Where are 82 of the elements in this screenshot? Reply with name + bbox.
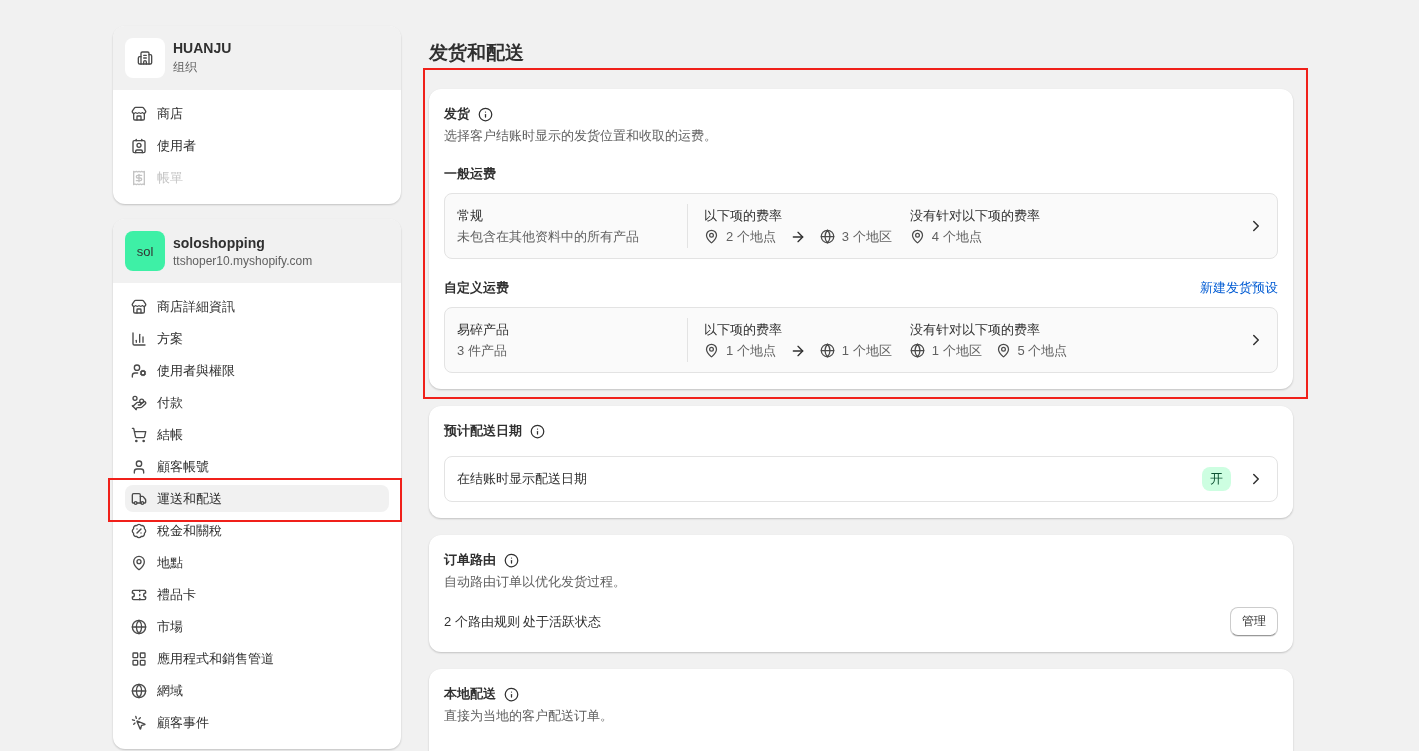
- nav-item[interactable]: 方案: [125, 325, 389, 352]
- card-title: 订单路由: [444, 551, 496, 569]
- grid-icon: [131, 650, 147, 667]
- profile-name: 常规: [457, 206, 484, 225]
- globe-icon: [131, 682, 147, 699]
- nav-item[interactable]: 使用者與權限: [125, 357, 389, 384]
- map-pin-icon: [909, 229, 925, 244]
- hand-coins-icon: [131, 394, 147, 411]
- user-gear-icon: [131, 362, 147, 379]
- status-badge: 开: [1202, 467, 1231, 491]
- profile-name: 易碎产品: [457, 320, 510, 339]
- routing-summary: 2 个路由规则 处于活跃状态: [444, 612, 602, 631]
- row-label: 在结账时显示配送日期: [457, 470, 587, 488]
- card-description: 自动路由订单以优化发货过程。: [444, 573, 627, 591]
- nav-item[interactable]: 市場: [125, 613, 389, 640]
- globe-icon: [819, 229, 835, 244]
- zone-count: 5 个地点: [1017, 341, 1068, 360]
- globe-icon: [909, 343, 925, 358]
- shipping-profile-row[interactable]: 常规 未包含在其他资料中的所有产品 以下项的费率 2 个地点 3 个地区 没有针对以下项的费率 4 个地点: [444, 193, 1278, 259]
- nav-item[interactable]: 商店詳細資訊: [125, 293, 389, 320]
- store-icon: [131, 105, 147, 122]
- building-icon: [137, 50, 153, 66]
- nav-item[interactable]: 付款: [125, 389, 389, 416]
- store-domain: ttshoper10.myshopify.com: [173, 253, 313, 268]
- nav-item[interactable]: 稅金和關稅: [125, 517, 389, 544]
- map-pin-icon: [131, 554, 147, 571]
- store-avatar: sol: [125, 231, 165, 271]
- zone-count: 1 个地区: [841, 341, 892, 360]
- globe-icon: [819, 343, 835, 358]
- store-icon: [131, 298, 147, 315]
- card-title: 发货: [444, 105, 470, 123]
- zone-count: 1 个地区: [931, 341, 982, 360]
- no-rates-label: 没有针对以下项的费率: [909, 206, 1040, 225]
- profile-subtitle: 未包含在其他资料中的所有产品: [457, 227, 640, 246]
- zone-count: 3 个地区: [841, 227, 892, 246]
- map-pin-icon: [995, 343, 1011, 358]
- shipping-profile-row[interactable]: 易碎产品 3 件产品 以下项的费率 1 个地点 1 个地区 没有针对以下项的费率 1 个地区 5 个地点: [444, 307, 1278, 373]
- map-pin-icon: [704, 229, 719, 244]
- cart-icon: [131, 426, 147, 443]
- globe-icon: [131, 618, 147, 635]
- rates-label: 以下项的费率: [704, 206, 783, 225]
- zone-count: 4 个地点: [931, 227, 982, 246]
- section-heading: 自定义运费: [444, 279, 509, 297]
- card-title: 预计配送日期: [444, 422, 522, 440]
- zone-count: 1 个地点: [726, 341, 776, 360]
- nav-item[interactable]: 使用者: [125, 132, 389, 159]
- cursor-click-icon: [131, 714, 147, 731]
- chart-icon: [131, 330, 147, 347]
- organization-name: HUANJU: [173, 40, 232, 56]
- new-shipping-profile-link[interactable]: 新建发货预设: [1200, 279, 1278, 297]
- map-pin-icon: [704, 343, 719, 358]
- store-name: soloshopping: [173, 234, 266, 251]
- truck-icon: [131, 490, 147, 507]
- profile-subtitle: 3 件产品: [457, 341, 508, 360]
- nav-item[interactable]: 顧客帳號: [125, 453, 389, 480]
- manage-button[interactable]: 管理: [1230, 607, 1278, 636]
- contact-card-icon: [131, 137, 147, 154]
- info-icon[interactable]: [478, 106, 493, 122]
- delivery-date-row[interactable]: 在结账时显示配送日期 开: [444, 456, 1278, 502]
- nav-item[interactable]: 應用程式和銷售管道: [125, 645, 389, 672]
- info-icon[interactable]: [504, 686, 519, 702]
- card-description: 选择客户结账时显示的发货位置和收取的运费。: [444, 127, 718, 145]
- receipt-icon: [131, 169, 147, 186]
- info-icon[interactable]: [504, 552, 519, 568]
- page-title: 发货和配送: [429, 41, 525, 65]
- person-icon: [131, 458, 147, 475]
- nav-item[interactable]: 地點: [125, 549, 389, 576]
- percent-badge-icon: [131, 522, 147, 539]
- nav-item[interactable]: 商店: [125, 100, 389, 127]
- card-description: 直接为当地的客户配送订单。: [444, 707, 614, 725]
- rates-label: 以下项的费率: [704, 320, 783, 339]
- card-title: 本地配送: [444, 685, 496, 703]
- no-rates-label: 没有针对以下项的费率: [909, 320, 1041, 339]
- zone-count: 2 个地点: [726, 227, 776, 246]
- info-icon[interactable]: [530, 423, 545, 439]
- organization-subtitle: 组织: [173, 59, 198, 76]
- nav-item[interactable]: 結帳: [125, 421, 389, 448]
- nav-item[interactable]: 禮品卡: [125, 581, 389, 608]
- nav-item[interactable]: 顧客事件: [125, 709, 389, 736]
- nav-item[interactable]: 網域: [125, 677, 389, 704]
- section-heading: 一般运费: [444, 165, 496, 183]
- nav-item[interactable]: 運送和配送: [125, 485, 389, 512]
